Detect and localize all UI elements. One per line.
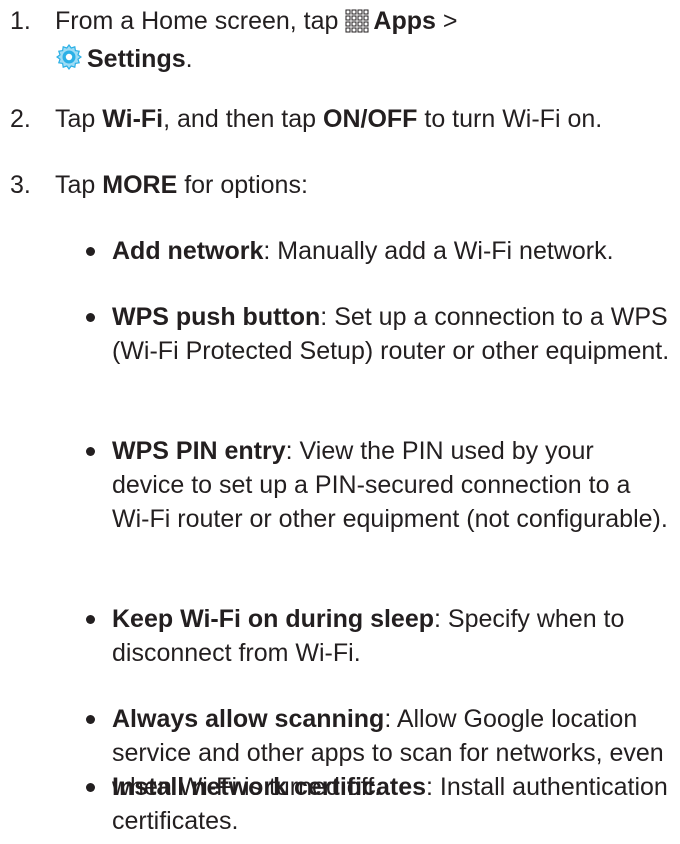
bullet-dot: [86, 783, 95, 792]
step-number: 1.: [10, 7, 31, 35]
option-text: WPS PIN entry: View the PIN used by your…: [112, 434, 670, 536]
apps-label: Apps: [373, 7, 436, 35]
step-3: 3. Tap MORE for options:: [10, 168, 670, 202]
wifi-label: Wi-Fi: [102, 105, 164, 133]
option-text: Keep Wi-Fi on during sleep: Specify when…: [112, 602, 670, 670]
step-text-part: , and then tap: [163, 105, 323, 133]
bullet-dot: [86, 615, 95, 624]
list-item: Add network: Manually add a Wi-Fi networ…: [80, 234, 670, 268]
step-text-part: to turn Wi-Fi on.: [417, 105, 603, 133]
step-text-part: Tap: [55, 171, 103, 199]
option-label: Keep Wi-Fi on during sleep: [112, 605, 435, 633]
bullet-dot: [86, 247, 95, 256]
option-label: Always allow scanning: [112, 705, 385, 733]
step-text: Tap Wi-Fi, and then tap ON/OFF to turn W…: [55, 102, 670, 136]
step-suffix: .: [185, 45, 193, 73]
step-2: 2. Tap Wi-Fi, and then tap ON/OFF to tur…: [10, 102, 670, 136]
list-item: WPS PIN entry: View the PIN used by your…: [80, 434, 670, 536]
bullet-dot: [86, 313, 95, 322]
option-label: WPS push button: [112, 303, 321, 331]
bullet-dot: [86, 447, 95, 456]
step-number: 3.: [10, 171, 31, 199]
settings-gear-icon: [55, 43, 83, 80]
step-text-prefix: From a Home screen, tap: [55, 7, 346, 35]
step-1: 1. From a Home screen, tap Apps > Settin…: [10, 4, 670, 80]
step-text: From a Home screen, tap Apps > Settings.: [55, 4, 670, 80]
option-text: Add network: Manually add a Wi-Fi networ…: [112, 234, 670, 268]
option-text: Install network certificates: Install au…: [112, 770, 670, 838]
option-description: : Manually add a Wi-Fi network.: [263, 237, 614, 265]
step-text-part: Tap: [55, 105, 103, 133]
step-separator: >: [435, 7, 458, 35]
on-off-label: ON/OFF: [323, 105, 418, 133]
more-label: MORE: [102, 171, 178, 199]
option-label: Install network certificates: [112, 773, 427, 801]
option-text: WPS push button: Set up a connection to …: [112, 300, 670, 368]
step-text-part: for options:: [177, 171, 308, 199]
bullet-dot: [86, 715, 95, 724]
list-item: Install network certificates: Install au…: [80, 770, 670, 838]
option-label: WPS PIN entry: [112, 437, 286, 465]
settings-label: Settings: [87, 45, 186, 73]
apps-grid-icon: [345, 8, 369, 42]
option-label: Add network: [112, 237, 264, 265]
list-item: WPS push button: Set up a connection to …: [80, 300, 670, 368]
step-number: 2.: [10, 105, 31, 133]
list-item: Keep Wi-Fi on during sleep: Specify when…: [80, 602, 670, 670]
step-text: Tap MORE for options:: [55, 168, 670, 202]
